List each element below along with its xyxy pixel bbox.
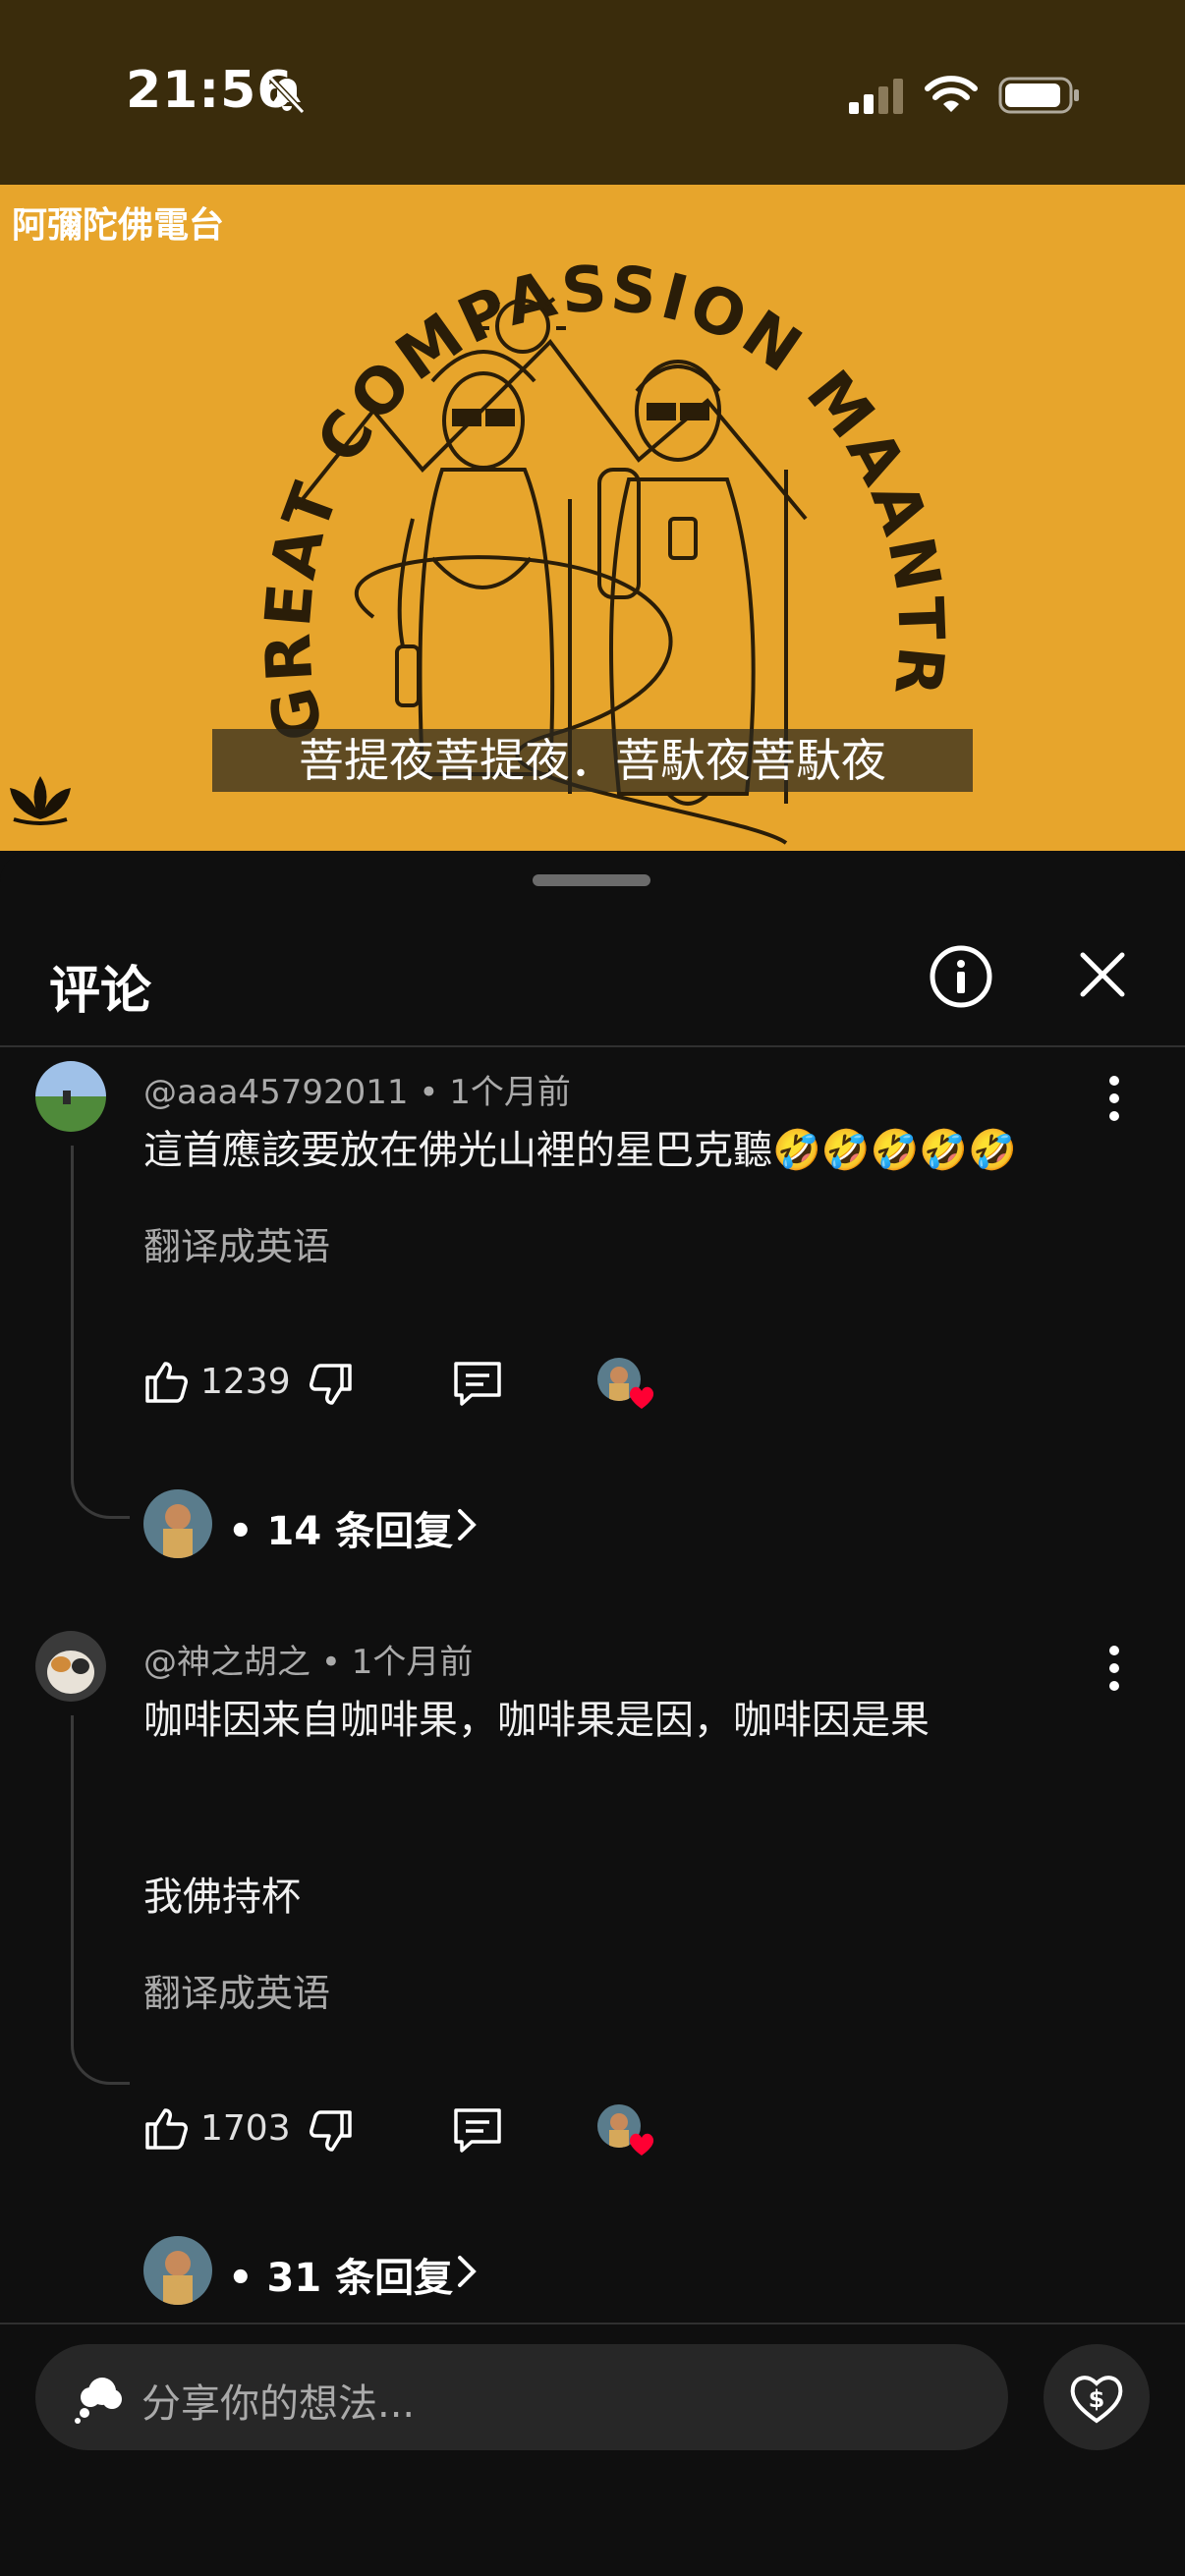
- sheet-drag-handle[interactable]: [533, 874, 650, 886]
- comment-text-line: 咖啡因来自咖啡果，咖啡果是因，咖啡因是果: [143, 1698, 930, 1743]
- comment-text-line: 我佛持杯: [143, 1875, 301, 1920]
- creator-heart-badge: [597, 2104, 654, 2159]
- wifi-icon: [925, 76, 978, 112]
- replies-label: 14 条回复: [266, 1509, 454, 1554]
- composer-divider: [0, 2323, 1185, 2324]
- sheet-title: 评论: [49, 962, 152, 1021]
- thumbs-up-icon[interactable]: [141, 2102, 193, 2154]
- reply-comment-icon[interactable]: [450, 1358, 505, 1409]
- thumbs-down-icon[interactable]: [305, 1360, 356, 1411]
- thread-line: [71, 1146, 130, 1519]
- lotus-icon: [10, 776, 71, 825]
- reply-comment-icon[interactable]: [450, 2104, 505, 2156]
- comment-time: 1个月前: [351, 1643, 474, 1682]
- thumbs-down-icon[interactable]: [305, 2106, 356, 2157]
- creator-heart-badge: [597, 1358, 654, 1413]
- commenter-avatar[interactable]: [35, 1061, 106, 1132]
- meta-separator: •: [419, 1073, 439, 1112]
- comment-author[interactable]: @神之胡之: [143, 1643, 310, 1682]
- comment-input-placeholder: 分享你的想法...: [141, 2381, 416, 2427]
- view-replies-button[interactable]: • 31 条回复: [143, 2236, 497, 2307]
- chevron-right-icon: [458, 1509, 477, 1540]
- commenter-avatar[interactable]: [35, 1631, 106, 1702]
- heart-dollar-icon: $: [1070, 2376, 1123, 2424]
- translate-link[interactable]: 翻译成英语: [143, 1216, 330, 1270]
- translate-link[interactable]: 翻译成英语: [143, 1963, 330, 2017]
- comment-meta: @神之胡之 • 1个月前: [143, 1635, 473, 1683]
- close-icon[interactable]: [1071, 943, 1134, 1006]
- status-bar: 21:56: [0, 0, 1185, 185]
- like-count: 1703: [200, 2108, 291, 2149]
- view-replies-button[interactable]: • 14 条回复: [143, 1489, 497, 1560]
- more-options-icon[interactable]: [1099, 1071, 1130, 1130]
- thought-bubble-icon: [75, 2378, 122, 2424]
- replies-dot: •: [228, 2256, 254, 2301]
- comment-input[interactable]: 分享你的想法...: [35, 2344, 1008, 2450]
- comment-author[interactable]: @aaa45792011: [143, 1073, 409, 1112]
- battery-icon: [998, 77, 1079, 114]
- thread-line: [71, 1715, 130, 2085]
- info-icon[interactable]: [928, 943, 994, 1010]
- cellular-signal-icon: [849, 79, 903, 114]
- like-count: 1239: [200, 1362, 291, 1402]
- super-thanks-button[interactable]: $: [1044, 2344, 1150, 2450]
- chevron-right-icon: [458, 2256, 477, 2287]
- replies-count: • 14 条回复: [228, 1499, 453, 1556]
- video-caption: 菩提夜菩提夜．菩馱夜菩馱夜: [212, 729, 973, 792]
- heart-icon: [629, 1386, 654, 1409]
- bell-muted-icon: [268, 76, 306, 115]
- reply-avatar: [143, 2236, 212, 2305]
- thumbs-up-icon[interactable]: [141, 1356, 193, 1407]
- comment-time: 1个月前: [449, 1073, 571, 1112]
- reply-avatar: [143, 1489, 212, 1558]
- replies-count: • 31 条回复: [228, 2246, 453, 2303]
- svg-text:$: $: [1089, 2385, 1105, 2413]
- comment-meta: @aaa45792011 • 1个月前: [143, 1065, 571, 1113]
- comment-text: 這首應該要放在佛光山裡的星巴克聽🤣🤣🤣🤣🤣: [143, 1128, 1018, 1173]
- video-player[interactable]: GREAT COMPASSION MAANTRA. COMPASSION. PE…: [0, 185, 1185, 851]
- replies-label: 31 条回复: [266, 2256, 454, 2301]
- sheet-header-divider: [0, 1045, 1185, 1047]
- channel-watermark: 阿彌陀佛電台: [12, 204, 225, 246]
- meta-separator: •: [320, 1643, 341, 1682]
- replies-dot: •: [228, 1509, 254, 1554]
- more-options-icon[interactable]: [1099, 1641, 1130, 1700]
- heart-icon: [629, 2133, 654, 2156]
